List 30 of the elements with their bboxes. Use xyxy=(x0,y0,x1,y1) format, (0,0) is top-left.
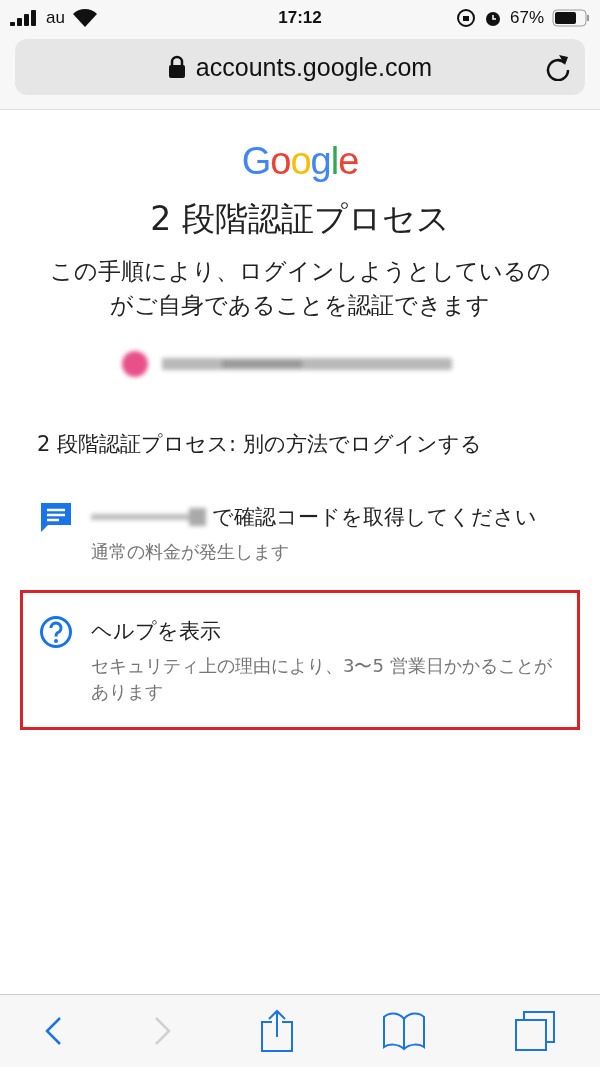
option-note: セキュリティ上の理由により、3〜5 営業日かかることがあります xyxy=(91,654,553,704)
option-note: 通常の料金が発生します xyxy=(91,540,290,564)
carrier: au xyxy=(46,8,65,28)
address-bar[interactable]: accounts.google.com xyxy=(15,39,585,95)
back-icon xyxy=(44,1016,64,1046)
description: この手順により、ログインしようとしているのがご自身であることを認証できます xyxy=(48,257,552,320)
option-item[interactable]: ヘルプを表示 セキュリティ上の理由により、3〜5 営業日かかることがあります xyxy=(20,590,580,730)
option-title: ヘルプを表示 xyxy=(91,618,222,645)
share-icon xyxy=(260,1009,294,1053)
wifi-icon xyxy=(72,9,97,27)
reload-icon[interactable] xyxy=(545,53,571,81)
clock: 17:12 xyxy=(278,8,322,28)
forward-icon xyxy=(152,1016,172,1046)
rotation-lock-icon xyxy=(456,8,476,28)
help-icon xyxy=(39,615,73,649)
url-text: accounts.google.com xyxy=(195,52,433,82)
message-icon xyxy=(39,501,73,535)
option-title: で確認コードを取得してください xyxy=(212,504,538,531)
book-icon xyxy=(382,1011,426,1051)
option-item[interactable]: で確認コードを取得してください 通常の料金が発生します xyxy=(20,476,580,590)
logo: Google xyxy=(241,140,359,183)
signal-icon xyxy=(10,10,38,26)
alarm-icon xyxy=(484,9,502,27)
lock-icon xyxy=(167,55,186,79)
avatar-icon xyxy=(120,349,150,379)
battery-icon xyxy=(552,9,590,27)
page-title: 2 段階認証プロセス xyxy=(150,198,450,240)
battery-level: 67% xyxy=(510,8,544,28)
section-heading: 2 段階認証プロセス: 別の方法でログインする xyxy=(37,431,483,458)
tabs-icon xyxy=(514,1010,556,1052)
